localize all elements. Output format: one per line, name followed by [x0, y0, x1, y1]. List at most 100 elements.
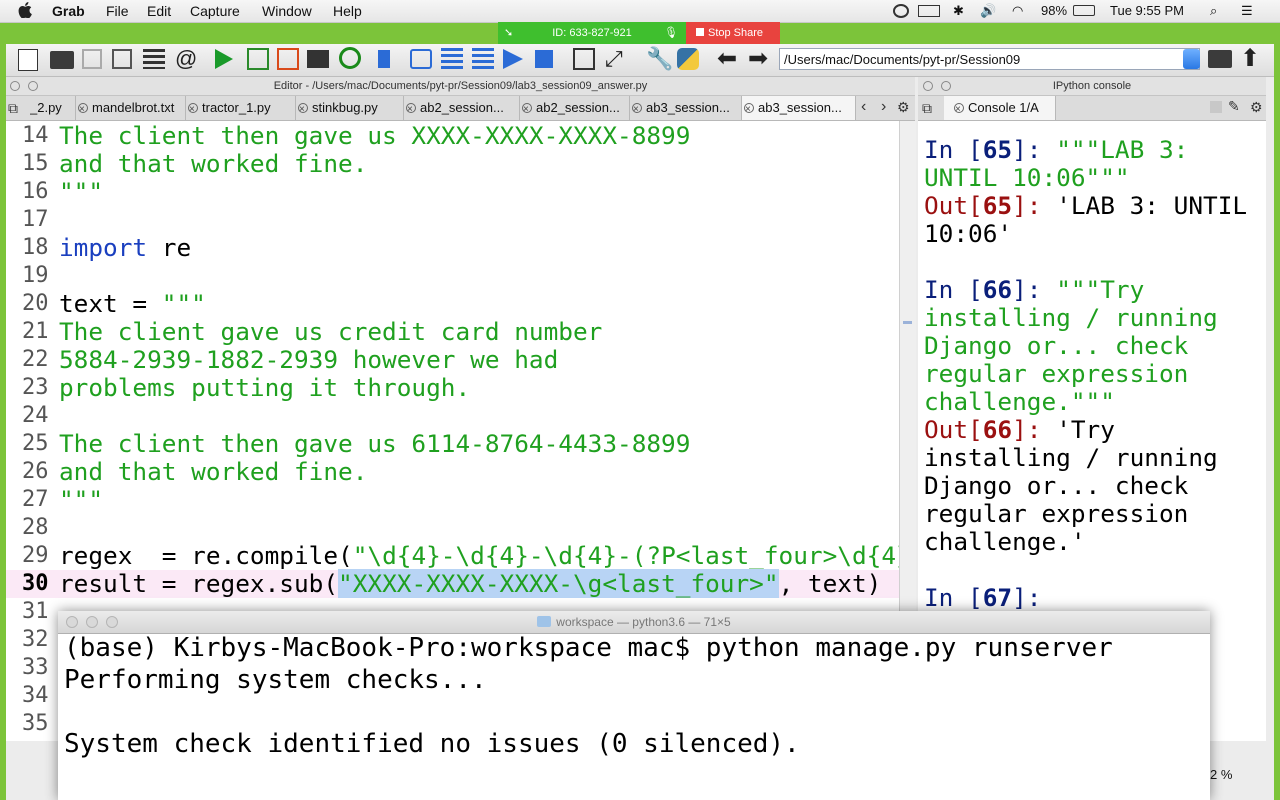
menu-window[interactable]: Window [262, 3, 312, 19]
code-line[interactable]: 17 [6, 206, 899, 234]
code-line[interactable]: 14 The client then gave us XXXX-XXXX-XXXX… [6, 122, 899, 150]
continue-icon[interactable] [503, 49, 523, 69]
mic-muted-icon[interactable]: 🎙 [664, 22, 678, 44]
editor-close-icon[interactable] [10, 81, 20, 91]
tab-console[interactable]: Console 1/A [944, 96, 1056, 120]
menu-list-icon[interactable]: ☰ [1241, 3, 1253, 19]
at-icon[interactable]: @ [175, 46, 197, 71]
code-line[interactable]: 26 and that worked fine. [6, 458, 899, 486]
code-line[interactable]: 22 5884-2939-1882-2939 however we had [6, 346, 899, 374]
battery-icon[interactable] [1073, 5, 1095, 16]
search-icon[interactable]: ⌕ [1210, 3, 1217, 19]
close-tab-icon[interactable] [78, 98, 88, 120]
close-console-tab-icon[interactable] [954, 98, 964, 120]
list-icon[interactable] [143, 49, 165, 69]
tab-file[interactable]: ab3_session... [630, 96, 742, 120]
browse-console-tabs-icon[interactable]: ⧉ [922, 100, 932, 117]
console-options-gear-icon[interactable]: ⚙ [1250, 99, 1263, 116]
browse-folder-icon[interactable] [1208, 50, 1232, 68]
tab-file[interactable]: ab2_session... [404, 96, 520, 120]
back-arrow-icon[interactable]: ⬅ [717, 44, 739, 72]
step-return-icon[interactable] [472, 48, 494, 70]
code-line[interactable]: 27 """ [6, 486, 899, 514]
preferences-wrench-icon[interactable]: 🔧 [646, 46, 673, 71]
line-number: 23 [22, 375, 49, 400]
save-icon[interactable] [82, 49, 102, 69]
menu-file[interactable]: File [106, 3, 129, 19]
line-number: 22 [22, 347, 49, 372]
step-icon[interactable] [410, 49, 432, 69]
run-cell-icon[interactable] [247, 48, 269, 70]
console-close-icon[interactable] [923, 81, 933, 91]
tab-file[interactable]: ab2_session... [520, 96, 630, 120]
rerun-icon[interactable] [339, 47, 361, 69]
forward-arrow-icon[interactable]: ➡ [748, 44, 770, 72]
working-directory-input[interactable]: /Users/mac/Documents/pyt-pr/Session09 [779, 48, 1200, 70]
tab-file[interactable]: tractor_1.py [186, 96, 296, 120]
tab-file[interactable]: stinkbug.py [296, 96, 404, 120]
volume-icon[interactable]: 🔊 [980, 3, 996, 19]
tab-file[interactable]: _2.py [30, 96, 76, 120]
close-tab-icon[interactable] [632, 98, 642, 120]
menu-edit[interactable]: Edit [147, 3, 171, 19]
debug-icon[interactable] [378, 50, 398, 68]
scroll-tabs-left-icon[interactable]: ‹ [861, 98, 866, 116]
interrupt-kernel-icon[interactable] [1210, 101, 1222, 113]
clear-console-icon[interactable]: ✎ [1228, 98, 1240, 115]
code-line[interactable]: 29 regex = re.compile("\d{4}-\d{4}-\d{4}-… [6, 542, 899, 570]
code-line[interactable]: 15 and that worked fine. [6, 150, 899, 178]
line-number: 24 [22, 403, 49, 428]
stop-debug-icon[interactable] [535, 50, 553, 68]
bluetooth-icon[interactable]: ✱ [953, 3, 964, 19]
chevron-down-icon[interactable] [1183, 49, 1200, 69]
console-undock-icon[interactable] [941, 81, 951, 91]
apple-icon[interactable] [18, 2, 32, 18]
run-selection-icon[interactable] [307, 50, 329, 68]
code-line[interactable]: 23 problems putting it through. [6, 374, 899, 402]
console-line: challenge.' [924, 528, 1086, 556]
step-into-icon[interactable] [441, 48, 463, 70]
run-cell-advance-icon[interactable] [277, 48, 299, 70]
code-line[interactable]: 16 """ [6, 178, 899, 206]
code-line[interactable]: 30 result = regex.sub("XXXX-XXXX-XXXX-\g<… [6, 569, 899, 598]
code-line[interactable]: 21 The client gave us credit card number [6, 318, 899, 346]
wifi-icon[interactable]: ◠ [1012, 3, 1023, 19]
code-line[interactable]: 18 import re [6, 234, 899, 262]
close-tab-icon[interactable] [522, 98, 532, 120]
browse-tabs-icon[interactable]: ⧉ [8, 100, 18, 117]
stop-share-button[interactable]: Stop Share [686, 22, 780, 44]
menu-app-name[interactable]: Grab [52, 3, 85, 19]
code-line[interactable]: 24 [6, 402, 899, 430]
open-folder-icon[interactable] [50, 51, 74, 69]
terminal-zoom-button[interactable] [106, 616, 118, 628]
close-tab-icon[interactable] [406, 98, 416, 120]
code-line[interactable]: 25 The client then gave us 6114-8764-4433… [6, 430, 899, 458]
tab-file-active[interactable]: ab3_session... [742, 96, 856, 120]
terminal-window[interactable]: workspace — python3.6 — 71×5 (base) Kirb… [58, 611, 1210, 800]
console-token: installing / running [924, 303, 1218, 332]
save-all-icon[interactable] [112, 49, 132, 69]
code-line[interactable]: 28 [6, 514, 899, 542]
code-line[interactable]: 19 [6, 262, 899, 290]
new-file-icon[interactable] [18, 49, 38, 71]
code-line[interactable]: 20 text = """ [6, 290, 899, 318]
close-tab-icon[interactable] [188, 98, 198, 120]
terminal-minimize-button[interactable] [86, 616, 98, 628]
maximize-pane-icon[interactable] [573, 48, 595, 70]
run-icon[interactable] [215, 49, 233, 69]
terminal-close-button[interactable] [66, 616, 78, 628]
parent-directory-icon[interactable]: ⬆ [1240, 44, 1262, 72]
fullscreen-icon[interactable]: ⤢ [605, 46, 627, 71]
editor-undock-icon[interactable] [28, 81, 38, 91]
tab-file[interactable]: mandelbrot.txt [76, 96, 186, 120]
record-icon[interactable] [893, 4, 909, 18]
menu-help[interactable]: Help [333, 3, 362, 19]
clock[interactable]: Tue 9:55 PM [1110, 3, 1184, 18]
python-path-icon[interactable] [677, 48, 699, 70]
editor-options-gear-icon[interactable]: ⚙ [897, 99, 910, 116]
scroll-tabs-right-icon[interactable]: › [881, 98, 886, 116]
menu-capture[interactable]: Capture [190, 3, 240, 19]
close-tab-icon[interactable] [744, 98, 754, 120]
close-tab-icon[interactable] [298, 98, 308, 120]
display-icon[interactable] [918, 5, 940, 17]
